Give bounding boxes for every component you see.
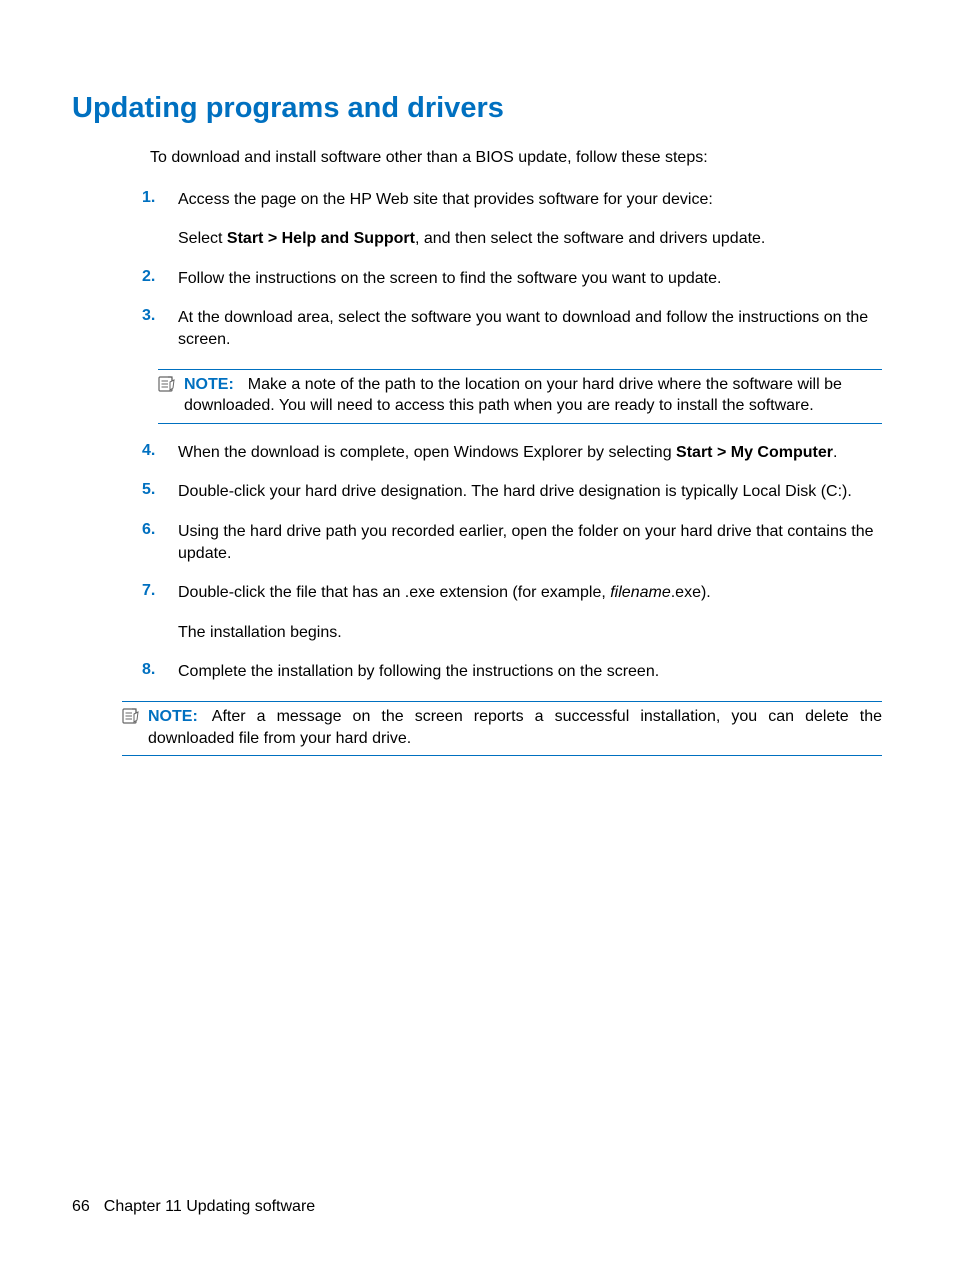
step-body: When the download is complete, open Wind… [178, 442, 882, 464]
bold-path: Start > My Computer [676, 444, 833, 461]
step-text: At the download area, select the softwar… [178, 307, 882, 350]
note-callout: NOTE:After a message on the screen repor… [122, 701, 882, 756]
step-text: Double-click your hard drive designation… [178, 481, 882, 503]
step-body: Access the page on the HP Web site that … [178, 189, 882, 250]
step-text: Follow the instructions on the screen to… [178, 268, 882, 290]
step-number: 1. [142, 189, 178, 250]
step-text: Double-click the file that has an .exe e… [178, 582, 882, 604]
note-icon [122, 708, 144, 724]
note-label: NOTE: [184, 376, 234, 393]
step-8: 8. Complete the installation by followin… [142, 661, 882, 683]
step-text: Access the page on the HP Web site that … [178, 189, 882, 211]
step-1: 1. Access the page on the HP Web site th… [142, 189, 882, 250]
document-page: Updating programs and drivers To downloa… [0, 0, 954, 756]
step-number: 5. [142, 481, 178, 503]
step-body: Complete the installation by following t… [178, 661, 882, 683]
note-callout: NOTE:Make a note of the path to the loca… [158, 369, 882, 424]
page-title: Updating programs and drivers [72, 92, 882, 125]
step-4: 4. When the download is complete, open W… [142, 442, 882, 464]
step-body: At the download area, select the softwar… [178, 307, 882, 350]
step-body: Using the hard drive path you recorded e… [178, 521, 882, 564]
chapter-label: Chapter 11 Updating software [104, 1198, 315, 1215]
step-6: 6. Using the hard drive path you recorde… [142, 521, 882, 564]
note-icon [158, 376, 180, 392]
step-body: Double-click the file that has an .exe e… [178, 582, 882, 643]
italic-filename: filename [610, 584, 670, 601]
steps-list-continued: 4. When the download is complete, open W… [142, 442, 882, 683]
step-text: Using the hard drive path you recorded e… [178, 521, 882, 564]
intro-paragraph: To download and install software other t… [150, 147, 882, 169]
step-number: 8. [142, 661, 178, 683]
step-text: The installation begins. [178, 622, 882, 644]
steps-list: 1. Access the page on the HP Web site th… [142, 189, 882, 351]
note-text: Make a note of the path to the location … [184, 376, 842, 415]
page-number: 66 [72, 1198, 90, 1215]
page-footer: 66 Chapter 11 Updating software [72, 1198, 315, 1216]
step-2: 2. Follow the instructions on the screen… [142, 268, 882, 290]
step-5: 5. Double-click your hard drive designat… [142, 481, 882, 503]
note-content: NOTE:After a message on the screen repor… [148, 706, 882, 749]
step-number: 6. [142, 521, 178, 564]
step-3: 3. At the download area, select the soft… [142, 307, 882, 350]
step-number: 4. [142, 442, 178, 464]
step-number: 7. [142, 582, 178, 643]
step-7: 7. Double-click the file that has an .ex… [142, 582, 882, 643]
step-number: 2. [142, 268, 178, 290]
note-label: NOTE: [148, 708, 198, 725]
step-text: Complete the installation by following t… [178, 661, 882, 683]
bold-path: Start > Help and Support [227, 230, 415, 247]
step-text: Select Start > Help and Support, and the… [178, 228, 882, 250]
note-text: After a message on the screen reports a … [148, 708, 882, 747]
step-body: Follow the instructions on the screen to… [178, 268, 882, 290]
step-text: When the download is complete, open Wind… [178, 442, 882, 464]
step-number: 3. [142, 307, 178, 350]
step-body: Double-click your hard drive designation… [178, 481, 882, 503]
note-content: NOTE:Make a note of the path to the loca… [184, 374, 882, 417]
